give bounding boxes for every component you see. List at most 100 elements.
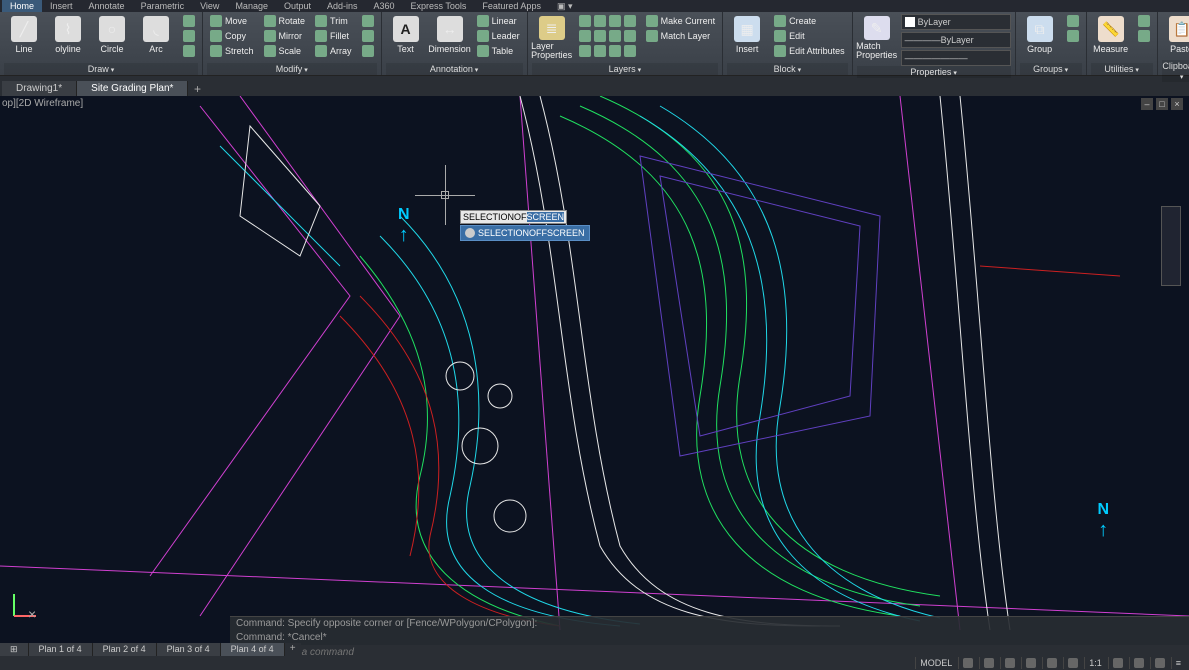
insert-button[interactable]: ▦Insert xyxy=(727,14,767,60)
panel-title-block[interactable]: Block xyxy=(727,63,848,75)
rotate-button[interactable]: Rotate xyxy=(261,14,309,28)
draw-extra-3[interactable] xyxy=(180,44,198,58)
draw-extra-1[interactable] xyxy=(180,14,198,28)
layout-tab-add[interactable]: + xyxy=(285,643,301,657)
edit-button[interactable]: Edit xyxy=(771,29,848,43)
layer-row3-icons[interactable] xyxy=(576,44,639,58)
make-current-button[interactable]: Make Current xyxy=(643,14,719,28)
edit-attr-button[interactable]: Edit Attributes xyxy=(771,44,848,58)
layer-row2-icons[interactable] xyxy=(576,29,639,43)
util-extra-2[interactable] xyxy=(1135,29,1153,43)
status-polar-icon[interactable] xyxy=(1021,657,1040,669)
array-button[interactable]: Array xyxy=(312,44,355,58)
match-layer-button[interactable]: Match Layer xyxy=(643,29,719,43)
copy-button[interactable]: Copy xyxy=(207,29,257,43)
circle-button[interactable]: ○Circle xyxy=(92,14,132,60)
autocomplete-input[interactable]: SELECTIONOFSCREEN xyxy=(460,210,567,224)
status-gear-icon[interactable] xyxy=(1129,657,1148,669)
lineweight-combo[interactable]: ———— ByLayer xyxy=(901,32,1011,48)
north-arrow-icon: ↑ xyxy=(398,224,410,247)
status-grid-icon[interactable] xyxy=(958,657,977,669)
modify-extra-2[interactable] xyxy=(359,29,377,43)
menu-tab-view[interactable]: View xyxy=(192,0,227,12)
menu-tab-featured[interactable]: Featured Apps xyxy=(474,0,549,12)
file-tab-sitegrading[interactable]: Site Grading Plan xyxy=(77,81,188,96)
status-snap-icon[interactable] xyxy=(979,657,998,669)
menu-tab-express[interactable]: Express Tools xyxy=(403,0,475,12)
linear-button[interactable]: Linear xyxy=(474,14,523,28)
trim-button[interactable]: Trim xyxy=(312,14,355,28)
mirror-button[interactable]: Mirror xyxy=(261,29,309,43)
file-tab-drawing1[interactable]: Drawing1 xyxy=(2,81,77,96)
scale-button[interactable]: Scale xyxy=(261,44,309,58)
menu-tab-annotate[interactable]: Annotate xyxy=(81,0,133,12)
panel-title-properties[interactable]: Properties xyxy=(857,66,1011,78)
panel-title-layers[interactable]: Layers xyxy=(532,63,719,75)
status-osnap-icon[interactable] xyxy=(1042,657,1061,669)
panel-title-modify[interactable]: Modify xyxy=(207,63,377,75)
view-cube[interactable] xyxy=(1161,206,1181,286)
dimension-button[interactable]: ↔Dimension xyxy=(430,14,470,60)
status-customize-icon[interactable]: ≡ xyxy=(1171,657,1185,669)
draw-extra-2[interactable] xyxy=(180,29,198,43)
viewport-close-icon[interactable]: × xyxy=(1171,98,1183,110)
viewport-label[interactable]: op][2D Wireframe] xyxy=(2,98,83,109)
menu-tab-output[interactable]: Output xyxy=(276,0,319,12)
file-tab-add[interactable]: + xyxy=(188,82,206,96)
modify-extra-3[interactable] xyxy=(359,44,377,58)
menu-tab-a360[interactable]: A360 xyxy=(366,0,403,12)
layout-tab-3[interactable]: Plan 3 of 4 xyxy=(157,643,221,657)
viewport-max-icon[interactable]: □ xyxy=(1156,98,1168,110)
status-annoscale-icon[interactable] xyxy=(1108,657,1127,669)
status-scale[interactable]: 1:1 xyxy=(1084,657,1106,669)
status-ortho-icon[interactable] xyxy=(1000,657,1019,669)
layer-row-icons[interactable] xyxy=(576,14,639,28)
paste-button[interactable]: 📋Paste xyxy=(1162,14,1189,60)
panel-title-clipboard[interactable]: Clipboard xyxy=(1162,60,1189,82)
layout-tab-model[interactable]: ⊞ xyxy=(0,643,29,657)
panel-title-annotation[interactable]: Annotation xyxy=(386,63,523,75)
panel-title-draw[interactable]: Draw xyxy=(4,63,198,75)
autocomplete-suggestion[interactable]: SELECTIONOFFSCREEN xyxy=(460,225,590,241)
arc-button[interactable]: ◟Arc xyxy=(136,14,176,60)
menu-tab-manage[interactable]: Manage xyxy=(227,0,276,12)
scale-label: Scale xyxy=(279,46,302,56)
menu-tab-addins[interactable]: Add-ins xyxy=(319,0,366,12)
status-model[interactable]: MODEL xyxy=(915,657,956,669)
group-extra-2[interactable] xyxy=(1064,29,1082,43)
fillet-button[interactable]: Fillet xyxy=(312,29,355,43)
text-button[interactable]: AText xyxy=(386,14,426,60)
menu-tab-expand[interactable]: ▣ ▾ xyxy=(549,0,581,12)
panel-title-groups[interactable]: Groups xyxy=(1020,63,1082,75)
polyline-button[interactable]: ⌇olyline xyxy=(48,14,88,60)
layout-tab-1[interactable]: Plan 1 of 4 xyxy=(29,643,93,657)
menu-tab-insert[interactable]: Insert xyxy=(42,0,81,12)
linetype-combo[interactable]: ——————— xyxy=(901,50,1011,66)
util-extra-1[interactable] xyxy=(1135,14,1153,28)
measure-button[interactable]: 📏Measure xyxy=(1091,14,1131,60)
menu-tab-home[interactable]: Home xyxy=(2,0,42,12)
group-button[interactable]: ⧉Group xyxy=(1020,14,1060,60)
dimension-label: Dimension xyxy=(428,44,471,54)
color-combo[interactable]: ByLayer xyxy=(901,14,1011,30)
layout-tab-4[interactable]: Plan 4 of 4 xyxy=(221,643,285,657)
status-isoplane-icon[interactable] xyxy=(1063,657,1082,669)
drawing-canvas[interactable]: N ↑ N ↑ xyxy=(0,96,1189,630)
leader-button[interactable]: Leader xyxy=(474,29,523,43)
stretch-button[interactable]: Stretch xyxy=(207,44,257,58)
viewport-min-icon[interactable]: – xyxy=(1141,98,1153,110)
match-properties-button[interactable]: ✎Match Properties xyxy=(857,14,897,60)
table-button[interactable]: Table xyxy=(474,44,523,58)
create-button[interactable]: Create xyxy=(771,14,848,28)
line-button[interactable]: ╱Line xyxy=(4,14,44,60)
ucs-close-icon[interactable]: × xyxy=(28,606,36,622)
status-workspace-icon[interactable] xyxy=(1150,657,1169,669)
move-button[interactable]: Move xyxy=(207,14,257,28)
layout-tab-2[interactable]: Plan 2 of 4 xyxy=(93,643,157,657)
layer-properties-label: Layer Properties xyxy=(531,42,572,60)
group-extra-1[interactable] xyxy=(1064,14,1082,28)
panel-title-utilities[interactable]: Utilities xyxy=(1091,63,1153,75)
menu-tab-parametric[interactable]: Parametric xyxy=(133,0,193,12)
modify-extra-1[interactable] xyxy=(359,14,377,28)
layer-properties-button[interactable]: ≣Layer Properties xyxy=(532,14,572,60)
